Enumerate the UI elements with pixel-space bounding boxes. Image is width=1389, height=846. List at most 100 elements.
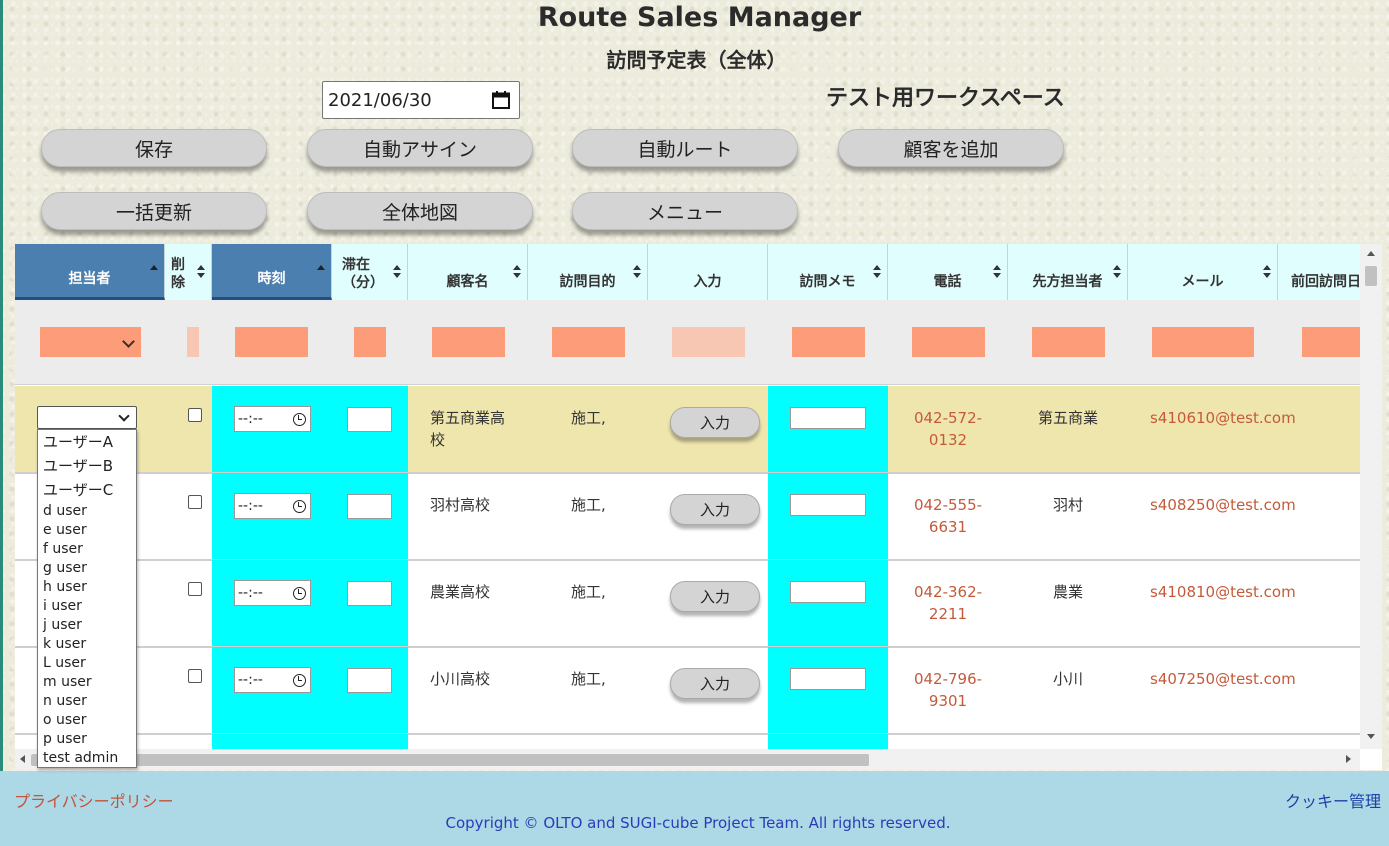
option-item[interactable]: test admin <box>43 750 118 766</box>
time-input[interactable]: --:-- <box>234 667 311 693</box>
sort-icon[interactable] <box>1263 265 1271 279</box>
filter-phone-input[interactable] <box>912 327 985 357</box>
sort-icon[interactable] <box>633 265 641 279</box>
memo-input[interactable] <box>790 581 866 603</box>
col-header-email[interactable]: メール <box>1128 244 1278 300</box>
memo-input[interactable] <box>790 668 866 690</box>
vertical-scrollbar[interactable] <box>1360 244 1382 749</box>
table-row[interactable]: --:-- 農業高校 施工, 入力 042-362- 2211 農業 s41081… <box>15 560 1360 648</box>
col-header-phone[interactable]: 電話 <box>888 244 1008 300</box>
auto-assign-button[interactable]: 自動アサイン <box>307 129 533 167</box>
table-row[interactable] <box>15 734 1360 749</box>
col-header-delete[interactable]: 削除 <box>165 244 212 300</box>
scroll-down-icon[interactable] <box>1367 734 1375 739</box>
stay-input[interactable] <box>347 668 392 693</box>
time-input[interactable]: --:-- <box>234 406 311 432</box>
option-item[interactable]: k user <box>43 636 86 652</box>
sort-icon[interactable] <box>873 265 881 279</box>
sort-icon[interactable] <box>197 265 205 279</box>
input-button[interactable]: 入力 <box>670 407 760 438</box>
assignee-select[interactable] <box>37 406 137 429</box>
stay-input[interactable] <box>347 581 392 606</box>
col-header-assignee[interactable]: 担当者 <box>15 244 165 300</box>
horizontal-scroll-thumb[interactable] <box>31 754 869 766</box>
clock-icon[interactable] <box>293 413 306 426</box>
stay-input[interactable] <box>347 407 392 432</box>
memo-input[interactable] <box>790 494 866 516</box>
col-header-time[interactable]: 時刻 <box>212 244 332 300</box>
option-item[interactable]: o user <box>43 712 87 728</box>
clock-icon[interactable] <box>293 587 306 600</box>
clock-icon[interactable] <box>293 500 306 513</box>
filter-contact-input[interactable] <box>1032 327 1105 357</box>
sort-icon[interactable] <box>513 265 521 279</box>
calendar-icon[interactable] <box>491 90 511 110</box>
filter-input-input[interactable] <box>672 327 745 357</box>
option-item[interactable]: e user <box>43 522 87 538</box>
delete-checkbox[interactable] <box>188 669 202 683</box>
sort-icon[interactable] <box>1113 265 1121 279</box>
menu-button[interactable]: メニュー <box>572 192 798 230</box>
privacy-policy-link[interactable]: プライバシーポリシー <box>14 788 174 812</box>
col-header-last-visit[interactable]: 前回訪問日 <box>1278 244 1360 300</box>
option-item[interactable]: ユーザーB <box>43 455 113 476</box>
col-header-memo[interactable]: 訪問メモ <box>768 244 888 300</box>
clock-icon[interactable] <box>293 674 306 687</box>
col-header-customer[interactable]: 顧客名 <box>408 244 528 300</box>
email-link[interactable]: s408250@test.com <box>1150 494 1296 516</box>
option-item[interactable]: j user <box>43 617 82 633</box>
option-item[interactable]: p user <box>43 731 87 747</box>
full-map-button[interactable]: 全体地図 <box>307 192 533 230</box>
filter-assignee-select[interactable] <box>40 327 141 357</box>
col-header-contact[interactable]: 先方担当者 <box>1008 244 1128 300</box>
filter-delete-input[interactable] <box>187 327 199 357</box>
delete-checkbox[interactable] <box>188 408 202 422</box>
filter-purpose-input[interactable] <box>552 327 625 357</box>
option-item[interactable]: n user <box>43 693 87 709</box>
option-item[interactable]: h user <box>43 579 87 595</box>
option-item[interactable]: ユーザーC <box>43 479 113 500</box>
option-item[interactable]: g user <box>43 560 87 576</box>
email-link[interactable]: s410810@test.com <box>1150 581 1296 603</box>
filter-time-input[interactable] <box>235 327 308 357</box>
email-link[interactable]: s407250@test.com <box>1150 668 1296 690</box>
date-input[interactable]: 2021/06/30 <box>322 81 520 119</box>
option-item[interactable]: i user <box>43 598 82 614</box>
option-item[interactable]: f user <box>43 541 83 557</box>
save-button[interactable]: 保存 <box>41 129 267 167</box>
option-item[interactable]: ユーザーA <box>43 431 113 452</box>
email-link[interactable]: s410610@test.com <box>1150 407 1296 429</box>
phone-link[interactable]: 042-572- 0132 <box>888 407 1008 451</box>
add-customer-button[interactable]: 顧客を追加 <box>838 129 1064 167</box>
filter-customer-input[interactable] <box>432 327 505 357</box>
option-item[interactable]: m user <box>43 674 92 690</box>
delete-checkbox[interactable] <box>188 495 202 509</box>
table-row[interactable]: --:-- 羽村高校 施工, 入力 042-555- 6631 羽村 s40825… <box>15 473 1360 561</box>
cookie-settings-link[interactable]: クッキー管理 <box>1285 788 1381 812</box>
input-button[interactable]: 入力 <box>670 581 760 612</box>
horizontal-scrollbar[interactable] <box>15 749 1360 770</box>
memo-input[interactable] <box>790 407 866 429</box>
filter-email-input[interactable] <box>1152 327 1254 357</box>
filter-last-visit-input[interactable] <box>1302 327 1360 357</box>
time-input[interactable]: --:-- <box>234 580 311 606</box>
sort-icon[interactable] <box>317 265 325 279</box>
delete-checkbox[interactable] <box>188 582 202 596</box>
option-item[interactable]: L user <box>43 655 86 671</box>
phone-link[interactable]: 042-796- 9301 <box>888 668 1008 712</box>
auto-route-button[interactable]: 自動ルート <box>572 129 798 167</box>
vertical-scroll-thumb[interactable] <box>1365 266 1377 286</box>
option-item[interactable]: d user <box>43 503 87 519</box>
bulk-update-button[interactable]: 一括更新 <box>41 192 267 230</box>
sort-icon[interactable] <box>393 265 401 279</box>
sort-icon[interactable] <box>150 265 158 279</box>
phone-link[interactable]: 042-555- 6631 <box>888 494 1008 538</box>
table-row[interactable]: --:-- 第五商業高校 施工, 入力 042-572- 0132 第五商業 s4… <box>15 386 1360 474</box>
col-header-stay[interactable]: 滞在 （分） <box>332 244 408 300</box>
table-row[interactable]: --:-- 小川高校 施工, 入力 042-796- 9301 小川 s40725… <box>15 647 1360 735</box>
sort-icon[interactable] <box>993 265 1001 279</box>
scroll-left-icon[interactable] <box>20 755 25 763</box>
input-button[interactable]: 入力 <box>670 668 760 699</box>
filter-memo-input[interactable] <box>792 327 865 357</box>
stay-input[interactable] <box>347 494 392 519</box>
